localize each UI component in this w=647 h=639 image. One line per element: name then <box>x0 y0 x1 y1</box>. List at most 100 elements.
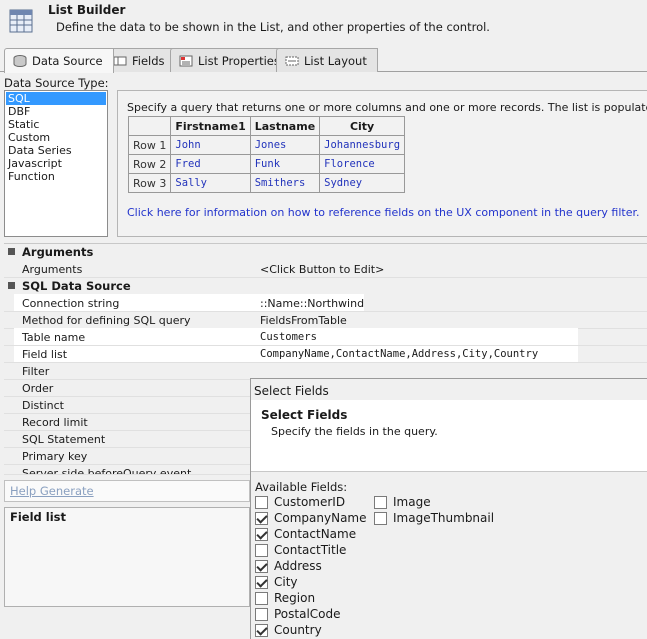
checkbox[interactable] <box>255 575 268 589</box>
property-value[interactable]: <Click Button to Edit> <box>260 263 384 276</box>
category-label: Arguments <box>22 245 94 259</box>
data-source-option-static[interactable]: Static <box>6 118 106 131</box>
property-row-field-list[interactable]: Field list CompanyName,ContactName,Addre… <box>4 346 647 363</box>
property-name: Server side beforeQuery event <box>22 467 192 475</box>
table-header <box>127 116 172 136</box>
help-generate-link[interactable]: Help Generate <box>10 484 94 498</box>
property-name: Field list <box>22 348 68 361</box>
data-source-option-sql[interactable]: SQL <box>6 92 106 105</box>
category-label: SQL Data Source <box>22 279 131 293</box>
table-cell: Sydney <box>319 173 406 193</box>
checkbox[interactable] <box>374 495 387 509</box>
checkbox[interactable] <box>255 607 268 621</box>
field-name: CustomerID <box>274 495 346 509</box>
field-name: Image <box>393 495 431 509</box>
field-name: CompanyName <box>274 511 367 525</box>
list-grid-icon <box>9 9 33 33</box>
property-name: Distinct <box>22 399 64 412</box>
property-name: Arguments <box>22 263 83 276</box>
collapse-icon[interactable] <box>8 282 15 289</box>
sample-data-table: Firstname1 Lastname City Row 1 John Jone… <box>127 116 406 193</box>
tab-data-source[interactable]: Data Source <box>4 48 114 73</box>
layout-icon <box>285 56 299 65</box>
checkbox[interactable] <box>255 527 268 541</box>
checkbox[interactable] <box>374 511 387 525</box>
field-name: ContactTitle <box>274 543 347 557</box>
data-source-option-custom[interactable]: Custom <box>6 131 106 144</box>
tab-label: List Layout <box>304 53 367 68</box>
table-cell: Florence <box>319 154 406 174</box>
fields-icon <box>113 56 127 65</box>
table-cell: Fred <box>170 154 251 174</box>
data-source-option-javascript-function[interactable]: Javascript Function <box>6 157 106 183</box>
field-checkbox-customerid[interactable]: CustomerID <box>255 495 345 509</box>
property-name: Order <box>22 382 54 395</box>
table-cell: Johannesburg <box>319 135 406 155</box>
property-row-connection-string[interactable]: Connection string ::Name::Northwind <box>4 295 647 312</box>
dialog-title: Select Fields <box>254 384 329 398</box>
property-name: Connection string <box>22 297 120 310</box>
field-checkbox-region[interactable]: Region <box>255 591 315 605</box>
property-name: Primary key <box>22 450 88 463</box>
property-name: Record limit <box>22 416 88 429</box>
dialog-description: Define the data to be shown in the List,… <box>56 20 490 34</box>
checkbox[interactable] <box>255 543 268 557</box>
category-arguments[interactable]: Arguments <box>4 244 647 261</box>
property-name: Table name <box>22 331 86 344</box>
row-label: Row 3 <box>127 173 172 193</box>
table-header: Lastname <box>249 116 321 136</box>
property-row-method[interactable]: Method for defining SQL query FieldsFrom… <box>4 312 647 329</box>
field-name: ImageThumbnail <box>393 511 495 525</box>
collapse-icon[interactable] <box>8 248 15 255</box>
tab-fields[interactable]: Fields <box>104 48 176 72</box>
property-name: Filter <box>22 365 50 378</box>
checkbox[interactable] <box>255 623 268 637</box>
property-value[interactable]: ::Name::Northwind <box>260 297 364 310</box>
field-checkbox-imagethumbnail[interactable]: ImageThumbnail <box>374 511 494 525</box>
table-header: City <box>319 116 406 136</box>
property-description-title: Field list <box>10 510 67 524</box>
field-name: Address <box>274 559 322 573</box>
field-name: ContactName <box>274 527 357 541</box>
table-cell: Sally <box>170 173 251 193</box>
property-value[interactable]: CompanyName,ContactName,Address,City,Cou… <box>260 348 538 360</box>
tab-label: List Properties <box>198 53 280 68</box>
property-name: SQL Statement <box>22 433 106 446</box>
dialog-subheading: Specify the fields in the query. <box>271 425 438 438</box>
tab-list-layout[interactable]: List Layout <box>276 48 378 72</box>
field-checkbox-contactname[interactable]: ContactName <box>255 527 356 541</box>
field-name: Region <box>274 591 316 605</box>
table-cell: Jones <box>249 135 321 155</box>
field-checkbox-companyname[interactable]: CompanyName <box>255 511 367 525</box>
property-row-arguments[interactable]: Arguments <Click Button to Edit> <box>4 261 647 278</box>
row-label: Row 2 <box>127 154 172 174</box>
data-source-option-data-series[interactable]: Data Series <box>6 144 106 157</box>
field-checkbox-postalcode[interactable]: PostalCode <box>255 607 341 621</box>
category-sql-data-source[interactable]: SQL Data Source <box>4 278 647 295</box>
field-checkbox-country[interactable]: Country <box>255 623 322 637</box>
row-label: Row 1 <box>127 135 172 155</box>
table-row: Row 3 Sally Smithers Sydney <box>127 173 406 193</box>
property-value[interactable]: FieldsFromTable <box>260 314 347 327</box>
data-source-type-list[interactable]: SQL DBF Static Custom Data Series Javasc… <box>4 90 108 237</box>
field-checkbox-city[interactable]: City <box>255 575 298 589</box>
property-value[interactable]: Customers <box>260 331 317 343</box>
tab-bar: Data Source Fields List Properties List … <box>0 48 647 73</box>
checkbox[interactable] <box>255 591 268 605</box>
tab-list-properties[interactable]: List Properties <box>170 48 291 72</box>
field-checkbox-contacttitle[interactable]: ContactTitle <box>255 543 346 557</box>
query-filter-help-link[interactable]: Click here for information on how to ref… <box>127 206 639 219</box>
info-text: Specify a query that returns one or more… <box>127 101 647 114</box>
checkbox[interactable] <box>255 511 268 525</box>
property-name: Method for defining SQL query <box>22 314 191 327</box>
data-source-option-dbf[interactable]: DBF <box>6 105 106 118</box>
field-name: PostalCode <box>274 607 341 621</box>
property-row-table-name[interactable]: Table name Customers <box>4 329 647 346</box>
field-checkbox-address[interactable]: Address <box>255 559 322 573</box>
field-checkbox-image[interactable]: Image <box>374 495 431 509</box>
checkbox[interactable] <box>255 559 268 573</box>
data-source-type-label: Data Source Type: <box>4 76 109 90</box>
properties-icon <box>179 55 193 66</box>
table-row: Row 2 Fred Funk Florence <box>127 154 406 174</box>
checkbox[interactable] <box>255 495 268 509</box>
